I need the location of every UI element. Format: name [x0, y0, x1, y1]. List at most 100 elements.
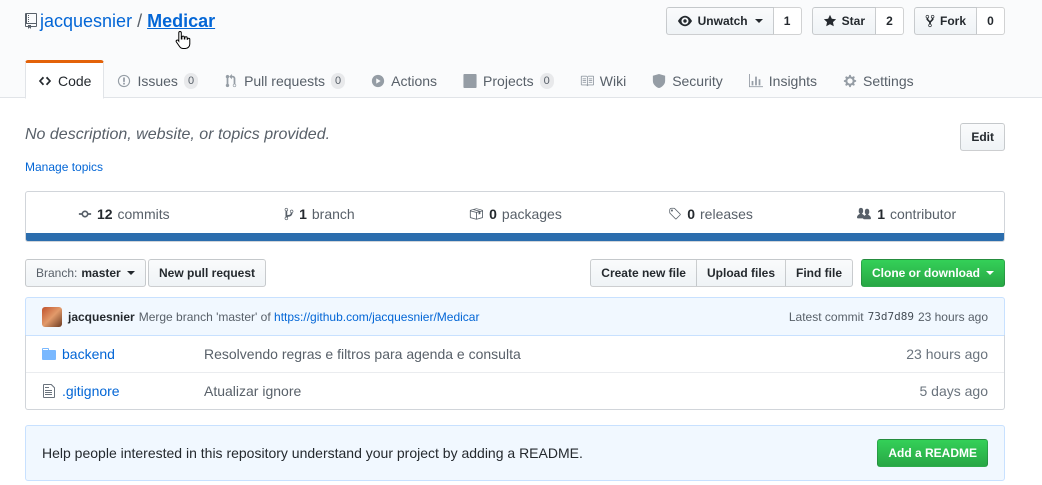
clone-download-button[interactable]: Clone or download — [861, 259, 1005, 287]
tab-settings[interactable]: Settings — [830, 60, 927, 99]
branch-label: branch — [311, 205, 355, 222]
issues-counter: 0 — [183, 72, 199, 89]
star-label: Star — [841, 14, 865, 28]
commit-meta: Latest commit 73d7d89 23 hours ago — [789, 310, 988, 324]
tab-code[interactable]: Code — [25, 60, 105, 99]
avatar[interactable] — [42, 306, 62, 327]
file-age: 5 days ago — [919, 383, 989, 399]
new-pull-request-button[interactable]: New pull request — [148, 259, 267, 287]
tab-projects[interactable]: Projects 0 — [450, 60, 567, 99]
repo-owner-link[interactable]: jacquesnier — [40, 10, 132, 32]
create-new-file-button[interactable]: Create new file — [590, 259, 697, 287]
language-bar[interactable] — [26, 233, 1004, 241]
tab-actions[interactable]: Actions — [358, 60, 450, 99]
commits-count: 12 — [96, 205, 113, 222]
tab-label: Code — [58, 72, 92, 89]
shield-icon — [653, 73, 666, 88]
commit-icon — [78, 210, 92, 217]
table-row: backend Resolvendo regras e filtros para… — [26, 335, 1004, 372]
path-separator: / — [137, 11, 143, 31]
repo-icon — [25, 13, 37, 29]
releases-label: releases — [700, 205, 753, 222]
watch-group: Unwatch 1 — [665, 7, 802, 35]
file-name-link[interactable]: .gitignore — [62, 383, 204, 399]
file-button-group: Create new file Upload files Find file — [590, 259, 853, 287]
packages-label: packages — [501, 205, 562, 222]
contributors-summary[interactable]: 1 contributor — [808, 192, 1004, 235]
play-icon — [372, 74, 385, 87]
star-button[interactable]: Star — [811, 7, 876, 35]
branch-name: master — [81, 266, 121, 280]
releases-count: 0 — [687, 205, 696, 222]
hand-cursor-icon — [175, 30, 191, 49]
folder-icon — [26, 346, 62, 362]
tab-wiki[interactable]: Wiki — [567, 60, 639, 99]
tab-label: Pull requests — [244, 72, 325, 89]
fork-group: Fork 0 — [913, 7, 1005, 35]
gear-icon — [843, 74, 857, 87]
file-commit-message[interactable]: Resolvendo regras e filtros para agenda … — [204, 346, 804, 362]
packages-summary[interactable]: 0 packages — [417, 192, 613, 235]
contributors-count: 1 — [877, 205, 885, 222]
branch-icon — [284, 207, 294, 220]
graph-icon — [748, 73, 763, 87]
eye-icon — [677, 15, 692, 27]
releases-summary[interactable]: 0 releases — [613, 192, 809, 235]
tab-issues[interactable]: Issues 0 — [104, 60, 211, 99]
add-readme-button[interactable]: Add a README — [877, 439, 988, 467]
package-icon — [469, 207, 484, 220]
file-age: 23 hours ago — [906, 345, 988, 362]
table-row: .gitignore Atualizar ignore 5 days ago — [26, 372, 1004, 409]
tab-security[interactable]: Security — [639, 60, 736, 99]
contributors-label: contributor — [889, 205, 957, 222]
tab-label: Insights — [768, 72, 818, 89]
file-name-link[interactable]: backend — [62, 346, 204, 362]
branch-prefix: Branch: — [36, 266, 78, 280]
project-icon — [463, 73, 477, 88]
commit-age: 23 hours ago — [917, 309, 988, 324]
upload-files-button[interactable]: Upload files — [696, 259, 786, 287]
tab-label: Wiki — [599, 72, 627, 89]
stargazers-count[interactable]: 2 — [875, 7, 904, 35]
file-commit-message[interactable]: Atualizar ignore — [204, 383, 804, 399]
commit-message-link[interactable]: https://github.com/jacquesnier/Medicar — [274, 310, 479, 324]
find-file-button[interactable]: Find file — [786, 259, 853, 287]
code-icon — [38, 76, 52, 85]
repo-description: No description, website, or topics provi… — [25, 126, 331, 143]
tab-insights[interactable]: Insights — [736, 60, 830, 99]
branch-select-button[interactable]: Branch: master — [25, 259, 146, 287]
readme-prompt-text: Help people interested in this repositor… — [42, 445, 583, 461]
pull-requests-counter: 0 — [331, 72, 346, 89]
chevron-down-icon — [986, 271, 994, 275]
commit-sha-link[interactable]: 73d7d89 — [868, 310, 914, 324]
people-icon — [857, 207, 872, 219]
forks-count[interactable]: 0 — [977, 7, 1005, 35]
commits-label: commits — [117, 205, 170, 222]
pull-request-icon — [225, 73, 237, 87]
star-icon — [823, 14, 836, 27]
tab-pull-requests[interactable]: Pull requests 0 — [211, 60, 358, 99]
latest-commit-label: Latest commit — [788, 309, 864, 324]
latest-commit-bar: jacquesnier Merge branch 'master' of htt… — [25, 297, 1005, 336]
repo-nav: Code Issues 0 Pull requests 0 Actions Pr… — [25, 60, 927, 99]
manage-topics-link[interactable]: Manage topics — [25, 160, 103, 174]
fork-button[interactable]: Fork — [913, 7, 977, 35]
file-list: backend Resolvendo regras e filtros para… — [25, 335, 1005, 410]
tab-label: Projects — [483, 72, 534, 89]
unwatch-button[interactable]: Unwatch — [665, 7, 774, 35]
watchers-count[interactable]: 1 — [773, 7, 802, 35]
commits-summary[interactable]: 12 commits — [26, 192, 222, 235]
clone-label: Clone or download — [872, 266, 980, 280]
edit-description-button[interactable]: Edit — [960, 123, 1005, 151]
branch-summary[interactable]: 1 branch — [222, 192, 418, 235]
unwatch-label: Unwatch — [697, 14, 748, 28]
tag-icon — [669, 207, 681, 219]
issue-icon — [118, 74, 131, 87]
file-actions: Create new file Upload files Find file C… — [590, 259, 1005, 287]
book-icon — [580, 75, 594, 86]
numbers-summary: 12 commits 1 branch 0 packages 0 release… — [25, 191, 1005, 242]
fork-icon — [925, 14, 935, 28]
repo-name-link[interactable]: Medicar — [147, 10, 215, 32]
commit-author-link[interactable]: jacquesnier — [68, 310, 135, 324]
file-icon — [26, 383, 62, 399]
